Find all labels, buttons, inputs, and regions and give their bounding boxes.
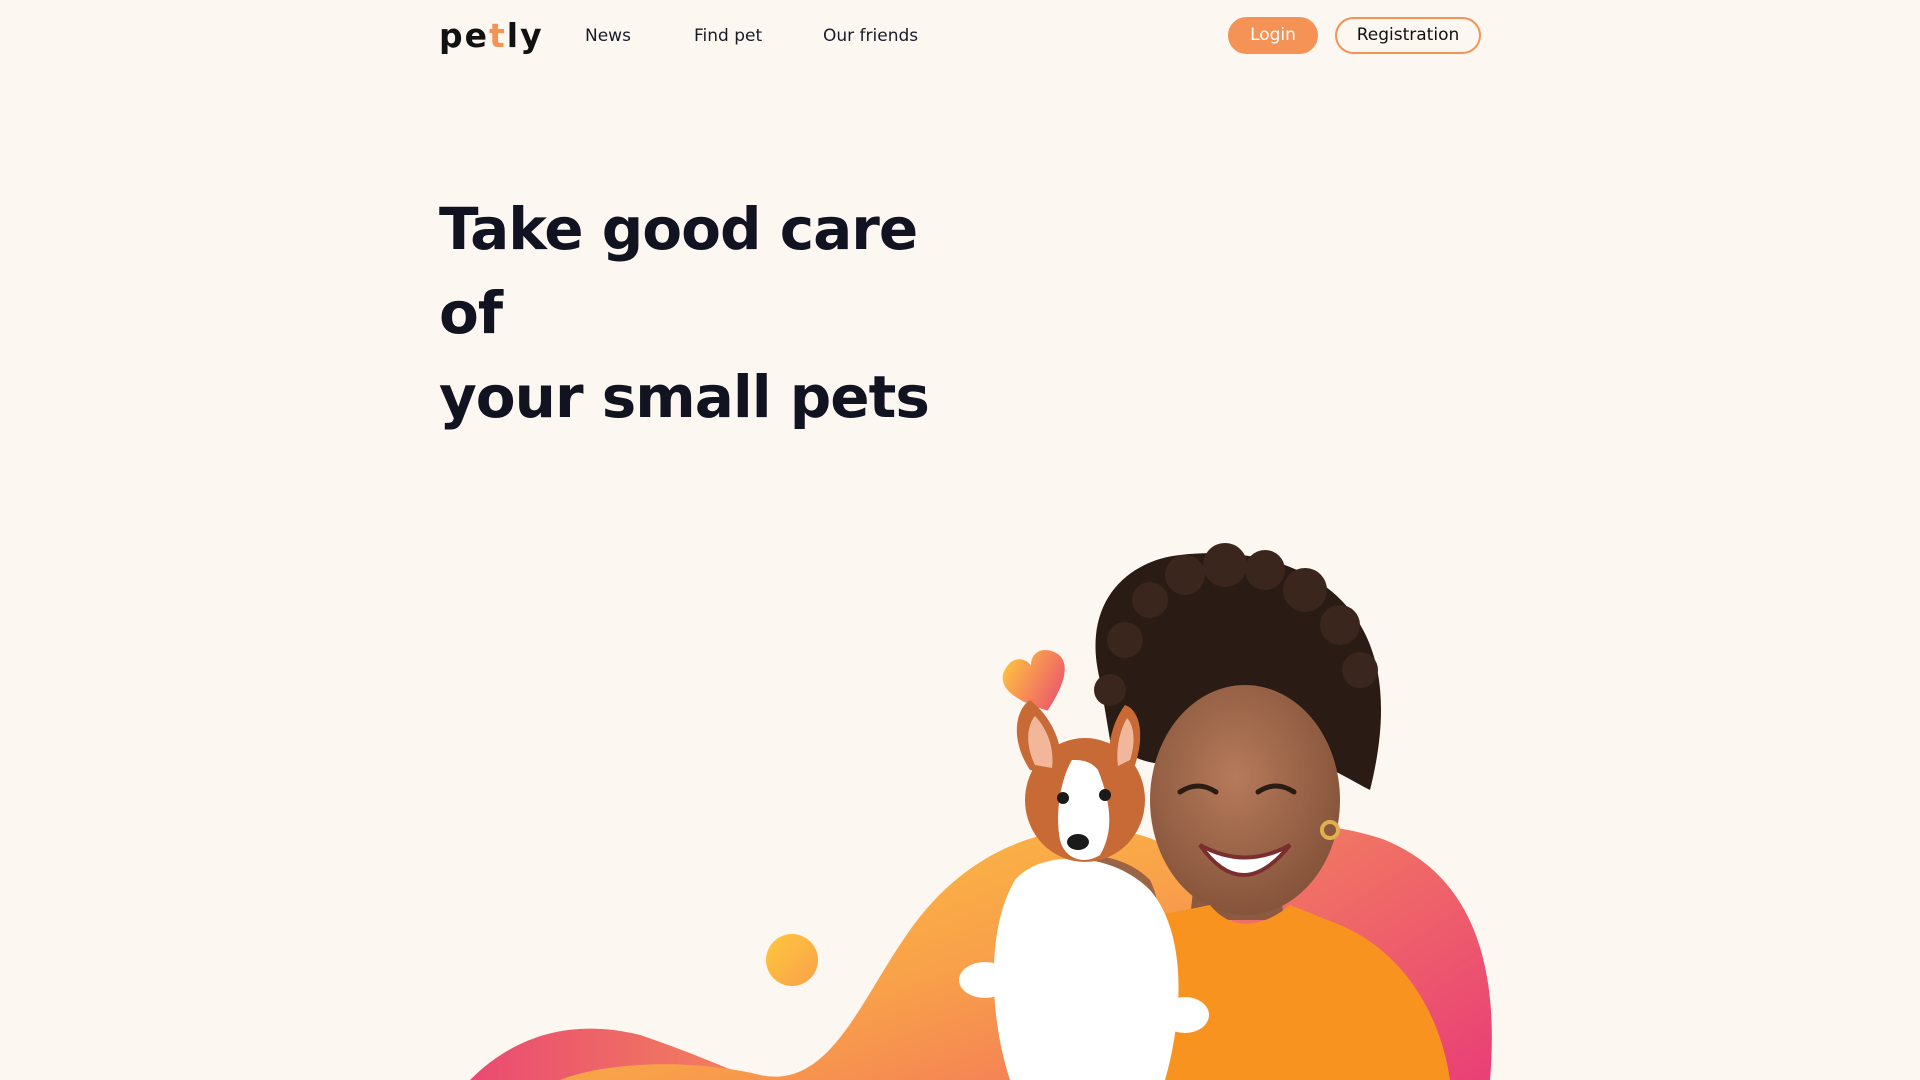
- blob-bottom-left: [470, 1028, 760, 1080]
- decorative-circle: [766, 934, 818, 986]
- nav-link-news[interactable]: News: [585, 24, 631, 48]
- logo-text-start: pe: [439, 16, 490, 55]
- hero-title-line-1: Take good care of: [439, 195, 918, 347]
- registration-button[interactable]: Registration: [1335, 17, 1481, 54]
- site-header: petly News Find pet Our friends Login Re…: [0, 0, 1920, 72]
- nav-link-our-friends[interactable]: Our friends: [823, 24, 918, 48]
- hero-title: Take good care of your small pets: [439, 187, 999, 439]
- login-button[interactable]: Login: [1228, 17, 1318, 54]
- blob-pink: [1095, 825, 1492, 1080]
- blob-orange: [560, 829, 1270, 1080]
- nav-link-find-pet[interactable]: Find pet: [694, 24, 762, 48]
- auth-buttons: Login Registration: [1228, 17, 1481, 54]
- petly-logo[interactable]: petly: [439, 16, 544, 56]
- woman-illustration: [1010, 543, 1450, 1080]
- logo-text-end: ly: [506, 16, 544, 55]
- hero-title-line-2: your small pets: [439, 363, 930, 431]
- dog-illustration: [959, 700, 1209, 1080]
- logo-text-accent: t: [489, 16, 507, 55]
- heart-icon: [1002, 650, 1065, 711]
- hero-illustration: [470, 543, 1492, 1080]
